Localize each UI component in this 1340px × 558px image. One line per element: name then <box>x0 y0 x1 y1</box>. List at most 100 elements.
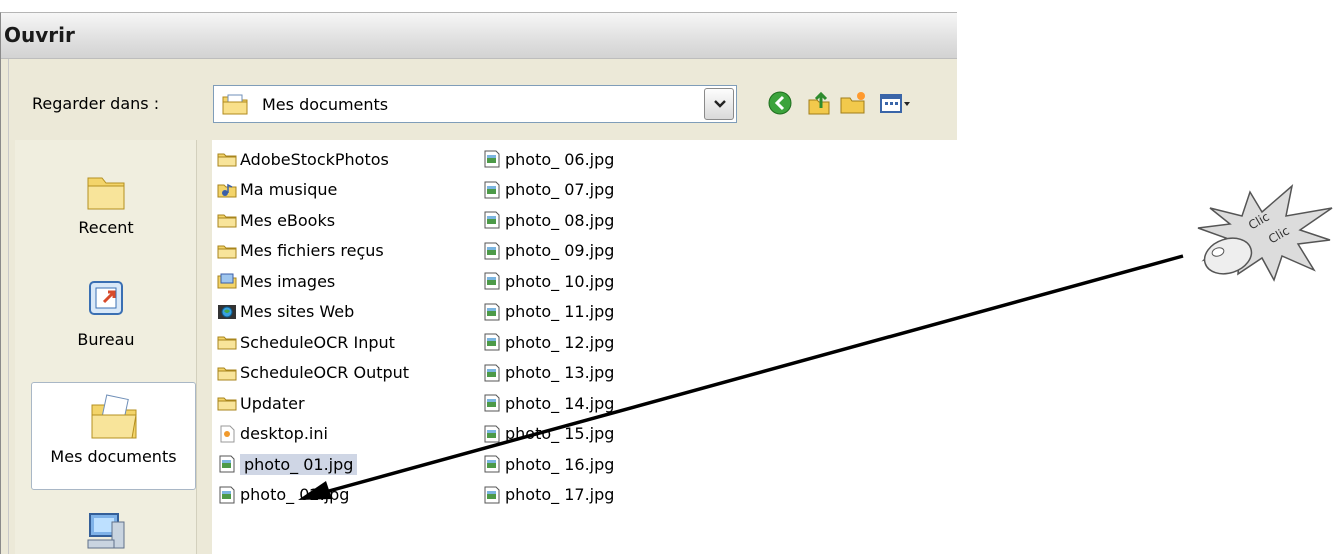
file-name: ScheduleOCR Input <box>240 332 395 352</box>
folder-icon <box>217 394 240 412</box>
file-name: AdobeStockPhotos <box>240 149 389 169</box>
image-file-icon <box>482 211 505 229</box>
new-folder-icon[interactable] <box>838 88 868 118</box>
file-name: desktop.ini <box>240 424 328 443</box>
file-item[interactable]: desktop.ini <box>217 421 328 447</box>
folder-icon <box>217 150 240 168</box>
file-name: photo_ 17.jpg <box>505 485 615 504</box>
file-item[interactable]: photo_ 02.jpg <box>217 482 349 508</box>
folder-icon <box>217 242 240 260</box>
my-documents-icon <box>222 94 248 115</box>
file-item[interactable]: photo_ 10.jpg <box>482 268 614 294</box>
file-item[interactable]: photo_ 11.jpg <box>482 299 614 325</box>
view-menu-icon[interactable] <box>878 88 912 118</box>
ini-icon <box>217 425 240 443</box>
image-file-icon <box>482 333 505 351</box>
dialog-left-border <box>8 59 11 554</box>
file-name: Mes eBooks <box>240 210 336 230</box>
place-label: Bureau <box>77 330 135 349</box>
image-file-icon <box>482 181 505 199</box>
desktop-icon <box>89 281 123 315</box>
file-item[interactable]: ScheduleOCR Output <box>217 360 409 386</box>
file-item[interactable]: photo_ 07.jpg <box>482 177 614 203</box>
file-item[interactable]: Ma musique <box>217 177 337 203</box>
file-item[interactable]: photo_ 01.jpg <box>217 451 358 477</box>
places-bar: Recent Bureau Mes documents <box>15 140 197 554</box>
file-name: photo_ 02.jpg <box>240 485 350 504</box>
file-name: Mes fichiers reçus <box>240 241 384 260</box>
file-item[interactable]: Mes fichiers reçus <box>217 238 384 264</box>
place-recent[interactable]: Recent <box>15 168 197 237</box>
pictures-folder-icon <box>217 272 240 290</box>
file-name: photo_ 06.jpg <box>505 149 615 169</box>
place-desktop[interactable]: Bureau <box>15 276 197 349</box>
file-name: photo_ 15.jpg <box>505 424 615 443</box>
mouse-icon <box>1203 237 1253 275</box>
file-item[interactable]: photo_ 14.jpg <box>482 390 614 416</box>
file-name: photo_ 14.jpg <box>505 393 615 413</box>
file-item[interactable]: photo_ 13.jpg <box>482 360 614 386</box>
web-folder-icon <box>217 303 240 321</box>
lookin-label: Regarder dans : <box>32 94 160 113</box>
file-name: photo_ 09.jpg <box>505 241 615 260</box>
dialog-title: Ouvrir <box>4 23 75 47</box>
image-file-icon <box>482 455 505 473</box>
file-item[interactable]: photo_ 06.jpg <box>482 146 614 172</box>
my-documents-icon <box>91 394 137 439</box>
file-name: Mes images <box>240 271 336 291</box>
file-name: photo_ 13.jpg <box>505 363 615 382</box>
folder-icon <box>217 211 240 229</box>
image-file-icon <box>217 455 240 473</box>
file-item[interactable]: photo_ 12.jpg <box>482 329 614 355</box>
image-file-icon <box>482 486 505 504</box>
folder-icon <box>217 333 240 351</box>
file-item[interactable]: ScheduleOCR Input <box>217 329 395 355</box>
file-item[interactable]: photo_ 08.jpg <box>482 207 614 233</box>
back-icon[interactable] <box>765 88 795 118</box>
file-item[interactable]: AdobeStockPhotos <box>217 146 389 172</box>
image-file-icon <box>482 272 505 290</box>
file-item[interactable]: Mes sites Web <box>217 299 354 325</box>
click-badge: Clic Clic <box>1190 178 1335 288</box>
image-file-icon <box>482 364 505 382</box>
file-name: photo_ 07.jpg <box>505 180 615 199</box>
image-file-icon <box>482 425 505 443</box>
file-list[interactable]: AdobeStockPhotos Ma musique Mes eBooks Mes … <box>212 140 957 554</box>
place-label: Recent <box>78 218 134 237</box>
file-item[interactable]: Mes eBooks <box>217 207 335 233</box>
file-name: photo_ 01.jpg <box>240 453 358 475</box>
file-name: Mes sites Web <box>240 302 355 321</box>
file-name: Ma musique <box>240 180 338 199</box>
place-my-computer[interactable] <box>15 508 197 558</box>
file-name: photo_ 12.jpg <box>505 332 615 352</box>
file-name: photo_ 10.jpg <box>505 271 615 291</box>
lookin-combobox[interactable]: Mes documents <box>213 85 737 123</box>
image-file-icon <box>482 242 505 260</box>
file-item[interactable]: photo_ 09.jpg <box>482 238 614 264</box>
file-item[interactable]: Updater <box>217 390 305 416</box>
image-file-icon <box>482 303 505 321</box>
file-item[interactable]: photo_ 15.jpg <box>482 421 614 447</box>
music-folder-icon <box>217 181 240 199</box>
folder-icon <box>217 364 240 382</box>
file-item[interactable]: Mes images <box>217 268 335 294</box>
title-bar[interactable]: Ouvrir <box>1 13 957 59</box>
my-computer-icon <box>87 513 125 549</box>
image-file-icon <box>217 486 240 504</box>
image-file-icon <box>482 150 505 168</box>
file-name: Updater <box>240 393 305 413</box>
chevron-down-icon <box>714 100 726 108</box>
place-label: Mes documents <box>50 447 177 466</box>
up-folder-icon[interactable] <box>804 88 834 118</box>
file-name: photo_ 11.jpg <box>505 302 615 321</box>
file-name: ScheduleOCR Output <box>240 363 410 382</box>
lookin-dropdown-button[interactable] <box>704 88 734 120</box>
file-name: photo_ 08.jpg <box>505 210 615 230</box>
image-file-icon <box>482 394 505 412</box>
file-name: photo_ 16.jpg <box>505 454 615 474</box>
recent-icon <box>87 177 125 210</box>
lookin-value: Mes documents <box>262 95 389 114</box>
file-item[interactable]: photo_ 17.jpg <box>482 482 614 508</box>
file-item[interactable]: photo_ 16.jpg <box>482 451 614 477</box>
place-my-documents[interactable]: Mes documents <box>31 382 196 490</box>
